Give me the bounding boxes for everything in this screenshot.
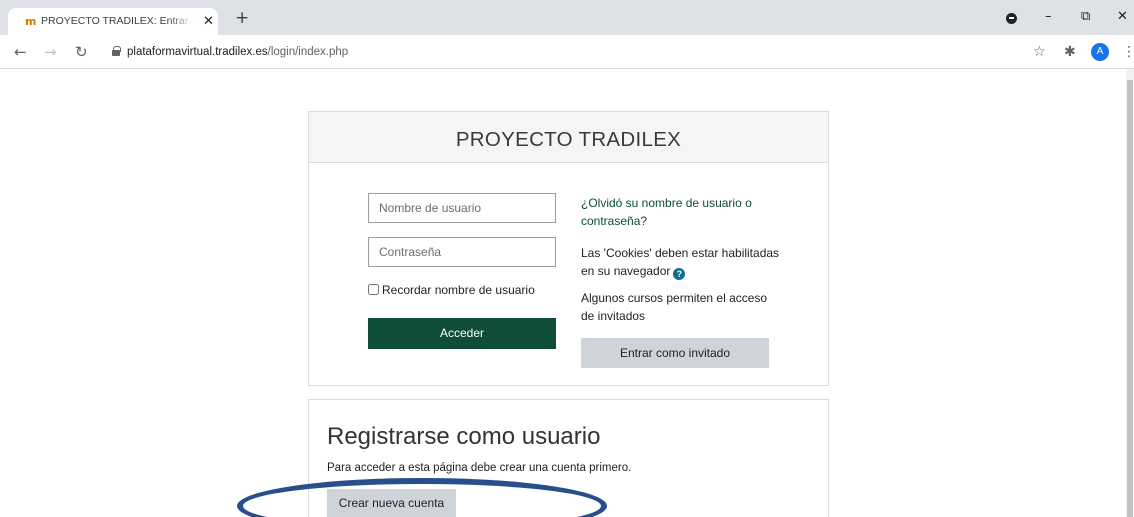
url-path: /login/index.php [267, 46, 349, 58]
address-bar[interactable]: plataformavirtual.tradilex.es/login/inde… [127, 45, 348, 59]
profile-icon[interactable]: A [1091, 43, 1109, 61]
browser-toolbar: ← → ↻ plataformavirtual.tradilex.es/logi… [0, 35, 1134, 69]
remember-username-checkbox[interactable] [368, 284, 379, 295]
create-account-button[interactable]: Crear nueva cuenta [327, 489, 456, 517]
scrollbar-thumb[interactable] [1127, 80, 1133, 517]
forgot-password-link[interactable]: ¿Olvidó su nombre de usuario o contraseñ… [581, 194, 781, 230]
login-card: PROYECTO TRADILEX Recordar nombre de usu… [308, 111, 829, 386]
signup-info: Para acceder a esta página debe crear un… [327, 462, 632, 474]
help-icon[interactable]: ? [673, 268, 686, 280]
moodle-favicon-icon: m [25, 15, 37, 28]
remember-username-label: Recordar nombre de usuario [382, 283, 535, 297]
password-input[interactable] [368, 237, 556, 267]
guest-login-button[interactable]: Entrar como invitado [581, 338, 769, 368]
url-host: plataformavirtual.tradilex.es [127, 46, 268, 58]
media-control-icon[interactable] [1006, 13, 1017, 24]
signup-card: Registrarse como usuario Para acceder a … [308, 399, 829, 517]
lock-icon[interactable] [112, 46, 121, 56]
minimize-icon[interactable]: – [1045, 9, 1052, 24]
site-title: PROYECTO TRADILEX [455, 128, 682, 151]
restore-icon[interactable]: ⧉ [1081, 9, 1090, 24]
browser-tab[interactable]: m PROYECTO TRADILEX: Entrar al sitio ✕ [8, 8, 218, 35]
login-card-header: PROYECTO TRADILEX [309, 112, 828, 163]
window-close-icon[interactable]: ✕ [1117, 9, 1128, 24]
back-icon[interactable]: ← [14, 44, 27, 60]
signup-title: Registrarse como usuario [327, 423, 601, 450]
guest-notice: Algunos cursos permiten el acceso de inv… [581, 291, 768, 323]
reload-icon[interactable]: ↻ [75, 44, 88, 60]
tab-title: PROYECTO TRADILEX: Entrar al sitio [41, 15, 193, 27]
browser-tabstrip: m PROYECTO TRADILEX: Entrar al sitio ✕ +… [0, 0, 1134, 35]
username-input[interactable] [368, 193, 556, 223]
puzzle-icon[interactable]: ✱ [1064, 44, 1076, 60]
cookies-notice: Las 'Cookies' deben estar habilitadas en… [581, 244, 781, 280]
forward-icon[interactable]: → [44, 44, 57, 60]
star-icon[interactable]: ☆ [1033, 44, 1046, 60]
tab-close-icon[interactable]: ✕ [203, 14, 214, 29]
kebab-menu-icon[interactable]: ⋮ [1122, 44, 1134, 60]
new-tab-icon[interactable]: + [235, 10, 249, 27]
login-button[interactable]: Acceder [368, 318, 556, 349]
